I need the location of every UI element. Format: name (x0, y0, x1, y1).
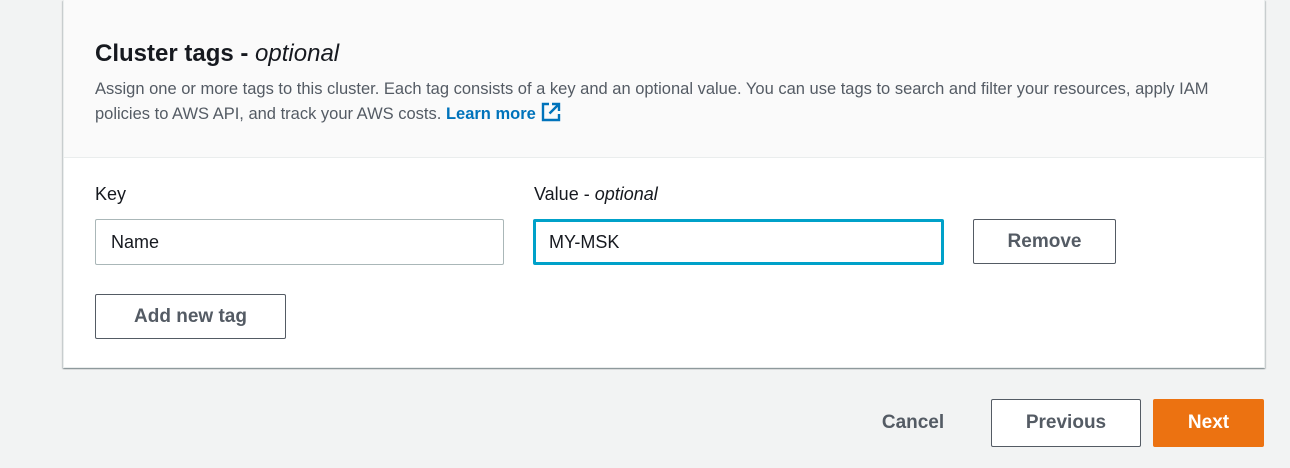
section-title-optional: optional (255, 40, 340, 67)
previous-button[interactable]: Previous (991, 399, 1141, 447)
add-new-tag-button[interactable]: Add new tag (95, 294, 286, 339)
cancel-button[interactable]: Cancel (865, 399, 961, 447)
section-title-text: Cluster tags - (95, 40, 249, 67)
learn-more-link[interactable]: Learn more (445, 102, 562, 123)
tag-value-input[interactable] (533, 219, 944, 265)
value-label-text: Value - (534, 184, 590, 204)
description-text: Assign one or more tags to this cluster.… (95, 80, 1209, 123)
value-label: Value - optional (534, 184, 658, 205)
value-label-optional: optional (594, 184, 658, 204)
key-label: Key (95, 184, 127, 204)
cluster-tags-panel: Cluster tags - optional Assign one or mo… (63, 0, 1265, 368)
learn-more-label: Learn more (445, 105, 536, 123)
tag-key-input[interactable] (95, 219, 504, 265)
remove-tag-button[interactable]: Remove (973, 219, 1116, 264)
next-button[interactable]: Next (1153, 399, 1264, 447)
section-title: Cluster tags - optional (95, 40, 339, 68)
external-link-icon (540, 101, 562, 130)
panel-header: Cluster tags - optional Assign one or mo… (64, 0, 1264, 158)
section-description: Assign one or more tags to this cluster.… (95, 77, 1245, 130)
